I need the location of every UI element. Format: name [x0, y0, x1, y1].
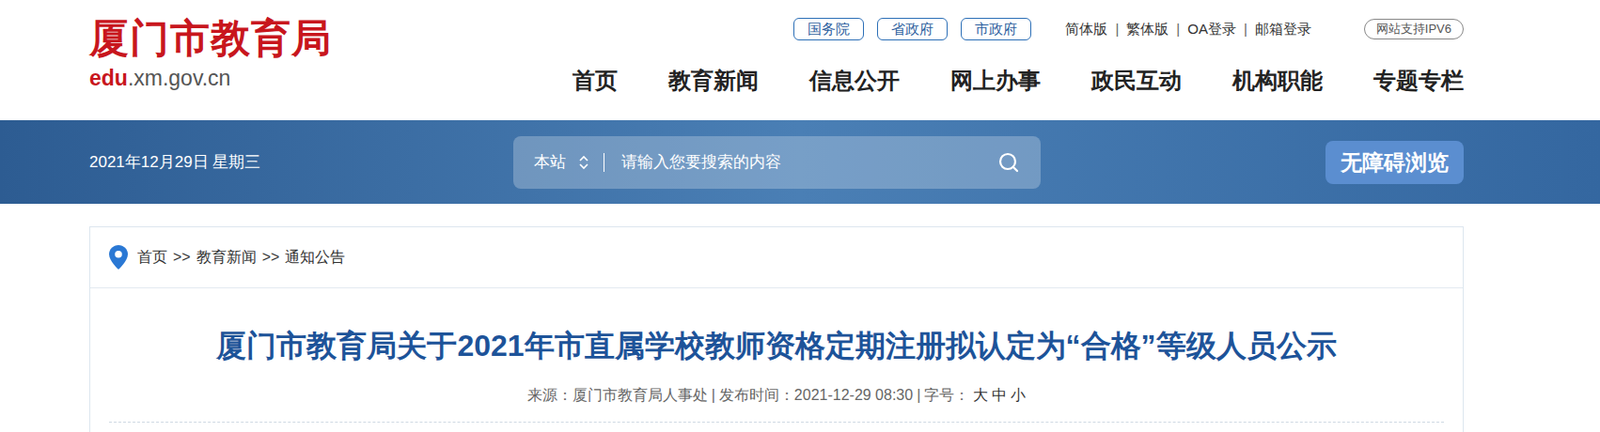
ipv6-badge: 网站支持IPV6	[1364, 18, 1464, 40]
search-scope[interactable]: 本站	[533, 150, 566, 175]
source: 来源：厦门市教育局人事处	[527, 384, 708, 408]
search-icon[interactable]	[997, 151, 1020, 174]
separator: |	[916, 384, 921, 408]
logo-domain: edu.xm.gov.cn	[89, 63, 332, 93]
breadcrumb-item[interactable]: 教育新闻	[196, 246, 257, 269]
gov-link[interactable]: 省政府	[877, 17, 948, 41]
dashed-divider	[109, 422, 1444, 424]
gov-link[interactable]: 市政府	[960, 17, 1032, 41]
nav-item[interactable]: 专题专栏	[1373, 65, 1464, 96]
separator: |	[1243, 18, 1248, 41]
nav-item[interactable]: 教育新闻	[668, 65, 759, 96]
main-nav: 首页 教育新闻 信息公开 网上办事 政民互动 机构职能 专题专栏	[572, 65, 1464, 96]
font-size-label: 字号：	[924, 384, 970, 408]
top-link[interactable]: OA登录	[1187, 18, 1237, 41]
search-box: 本站 请输入您要搜索的内容	[513, 136, 1041, 189]
breadcrumb-item[interactable]: 首页	[137, 246, 168, 269]
nav-item[interactable]: 首页	[572, 65, 618, 96]
breadcrumb: 首页>>教育新闻>>通知公告	[90, 227, 1463, 289]
breadcrumb-item: 通知公告	[284, 246, 346, 269]
breadcrumb-separator: >>	[262, 246, 281, 269]
nav-item[interactable]: 机构职能	[1232, 65, 1323, 96]
top-link[interactable]: 简体版	[1065, 18, 1108, 41]
updown-icon	[579, 155, 589, 171]
gov-link[interactable]: 国务院	[793, 17, 864, 41]
breadcrumb-separator: >>	[172, 246, 191, 269]
top-link[interactable]: 邮箱登录	[1254, 18, 1312, 41]
search-input[interactable]: 请输入您要搜索的内容	[621, 150, 998, 175]
date: 2021年12月29日 星期三	[89, 150, 514, 175]
divider	[603, 153, 605, 173]
article-title: 厦门市教育局关于2021年市直属学校教师资格定期注册拟认定为“合格”等级人员公示	[90, 326, 1463, 366]
top-bar: 国务院省政府市政府 简体版 | 繁体版 | OA登录 | 邮箱登录 网站支持IPV6	[793, 0, 1464, 42]
top-link[interactable]: 繁体版	[1126, 18, 1169, 41]
page: 厦门市教育局edu.xm.gov.cn 国务院省政府市政府 简体版 | 繁体版 | OA登录…	[0, 0, 1600, 432]
header: 厦门市教育局edu.xm.gov.cn 国务院省政府市政府 简体版 | 繁体版 | OA登录…	[0, 0, 1600, 121]
logo-title: 厦门市教育局	[89, 15, 332, 63]
content-panel: 首页>>教育新闻>>通知公告厦门市教育局关于2021年市直属学校教师资格定期注册…	[89, 226, 1464, 432]
separator: |	[1176, 18, 1180, 41]
nav-item[interactable]: 网上办事	[950, 65, 1041, 96]
publish-time: 发布时间：2021-12-29 08:30	[719, 384, 913, 408]
banner: 2021年12月29日 星期三本站 请输入您要搜索的内容 无障碍浏览	[0, 120, 1600, 204]
font-size-option[interactable]: 中	[991, 384, 1007, 408]
font-size-option[interactable]: 大	[972, 384, 989, 408]
nav-item[interactable]: 信息公开	[809, 65, 900, 96]
font-size-option[interactable]: 小	[1010, 384, 1026, 408]
location-pin-icon	[109, 245, 128, 270]
accessibility-button[interactable]: 无障碍浏览	[1325, 141, 1464, 185]
nav-item[interactable]: 政民互动	[1091, 65, 1182, 96]
separator: |	[1114, 18, 1119, 41]
article-meta: 来源：厦门市教育局人事处|发布时间：2021-12-29 08:30|字号：大中…	[90, 384, 1463, 408]
separator: |	[711, 384, 716, 408]
logo[interactable]: 厦门市教育局edu.xm.gov.cn	[89, 0, 332, 121]
